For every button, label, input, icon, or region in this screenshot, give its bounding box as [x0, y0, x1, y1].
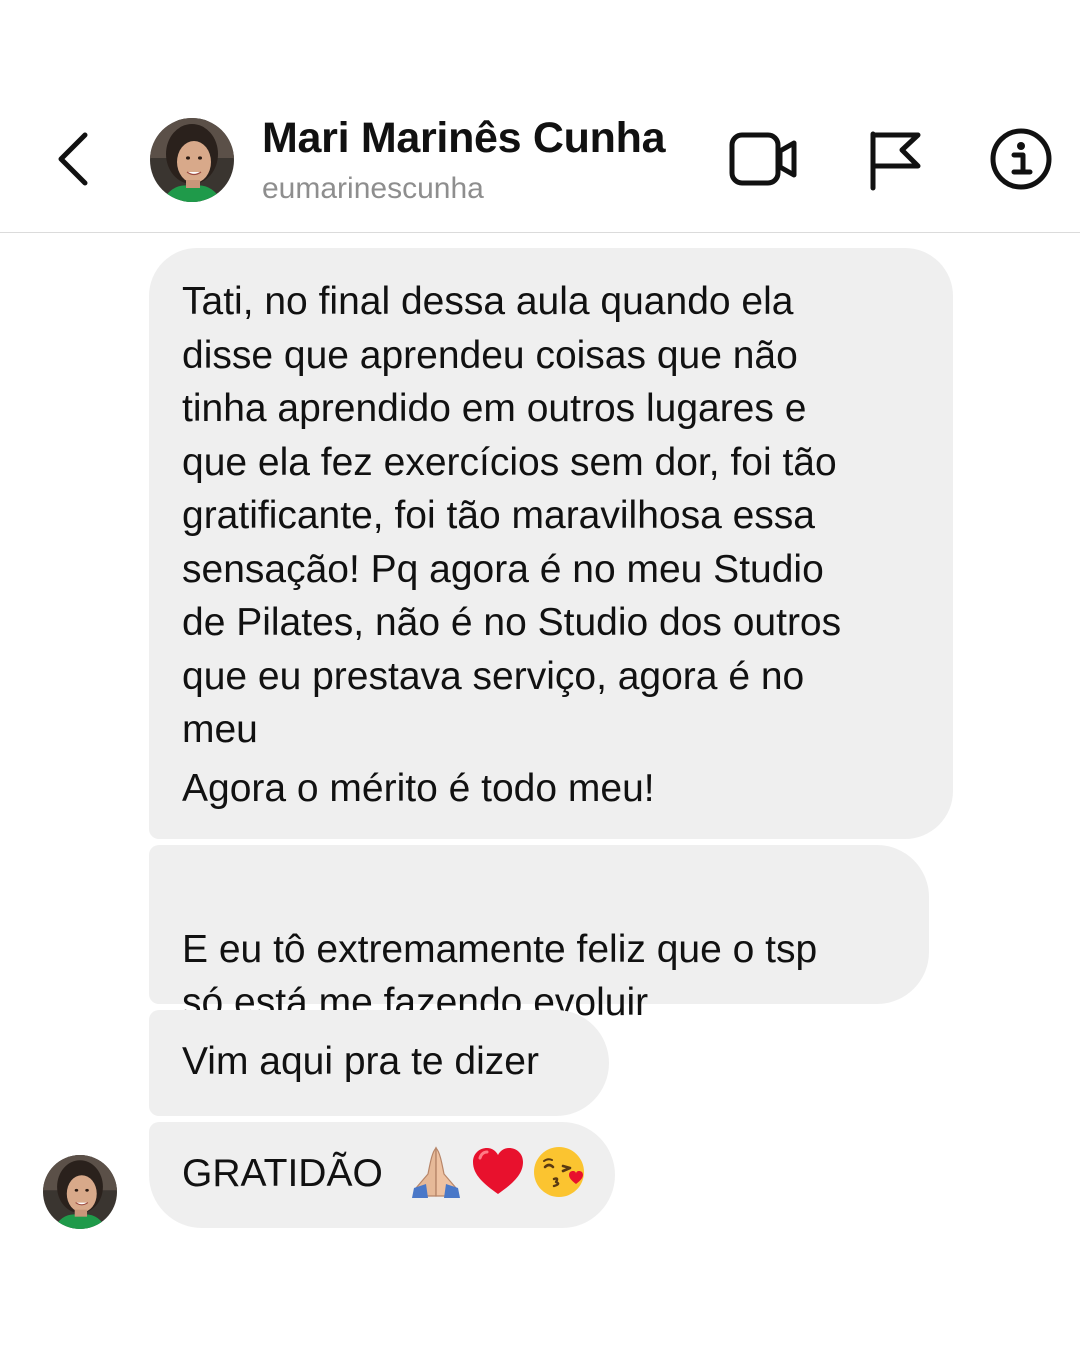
face-blowing-kiss-icon	[532, 1144, 588, 1200]
chat-header: Mari Marinês Cunha eumarinescunha	[0, 0, 1080, 233]
message-text: GRATIDÃO	[182, 1152, 383, 1195]
back-button[interactable]	[48, 124, 98, 194]
message-bubble[interactable]: GRATIDÃO	[149, 1122, 615, 1228]
sender-avatar[interactable]	[43, 1155, 117, 1229]
red-heart-icon	[470, 1144, 526, 1200]
contact-name[interactable]: Mari Marinês Cunha	[262, 114, 665, 163]
info-circle-icon	[990, 128, 1052, 190]
message-bubble[interactable]: Tati, no final dessa aula quando ela dis…	[149, 248, 953, 839]
praying-hands-icon	[408, 1144, 464, 1200]
message-text: Vim aqui pra te dizer	[182, 1040, 539, 1083]
video-camera-icon	[729, 132, 797, 186]
info-button[interactable]	[986, 124, 1056, 194]
message-text: Agora o mérito é todo meu!	[182, 766, 655, 810]
contact-username[interactable]: eumarinescunha	[262, 172, 484, 206]
emoji-group	[408, 1144, 594, 1200]
chevron-left-icon	[58, 132, 88, 186]
message-text: Tati, no final dessa aula quando ela dis…	[182, 280, 842, 751]
report-button[interactable]	[862, 124, 926, 194]
video-call-button[interactable]	[726, 126, 802, 192]
message-bubble[interactable]: E eu tô extremamente feliz que o tsp só …	[149, 845, 929, 1024]
flag-icon	[870, 131, 921, 191]
message-bubble[interactable]: Vim aqui pra te dizer	[149, 1010, 609, 1116]
contact-avatar[interactable]	[150, 118, 234, 202]
